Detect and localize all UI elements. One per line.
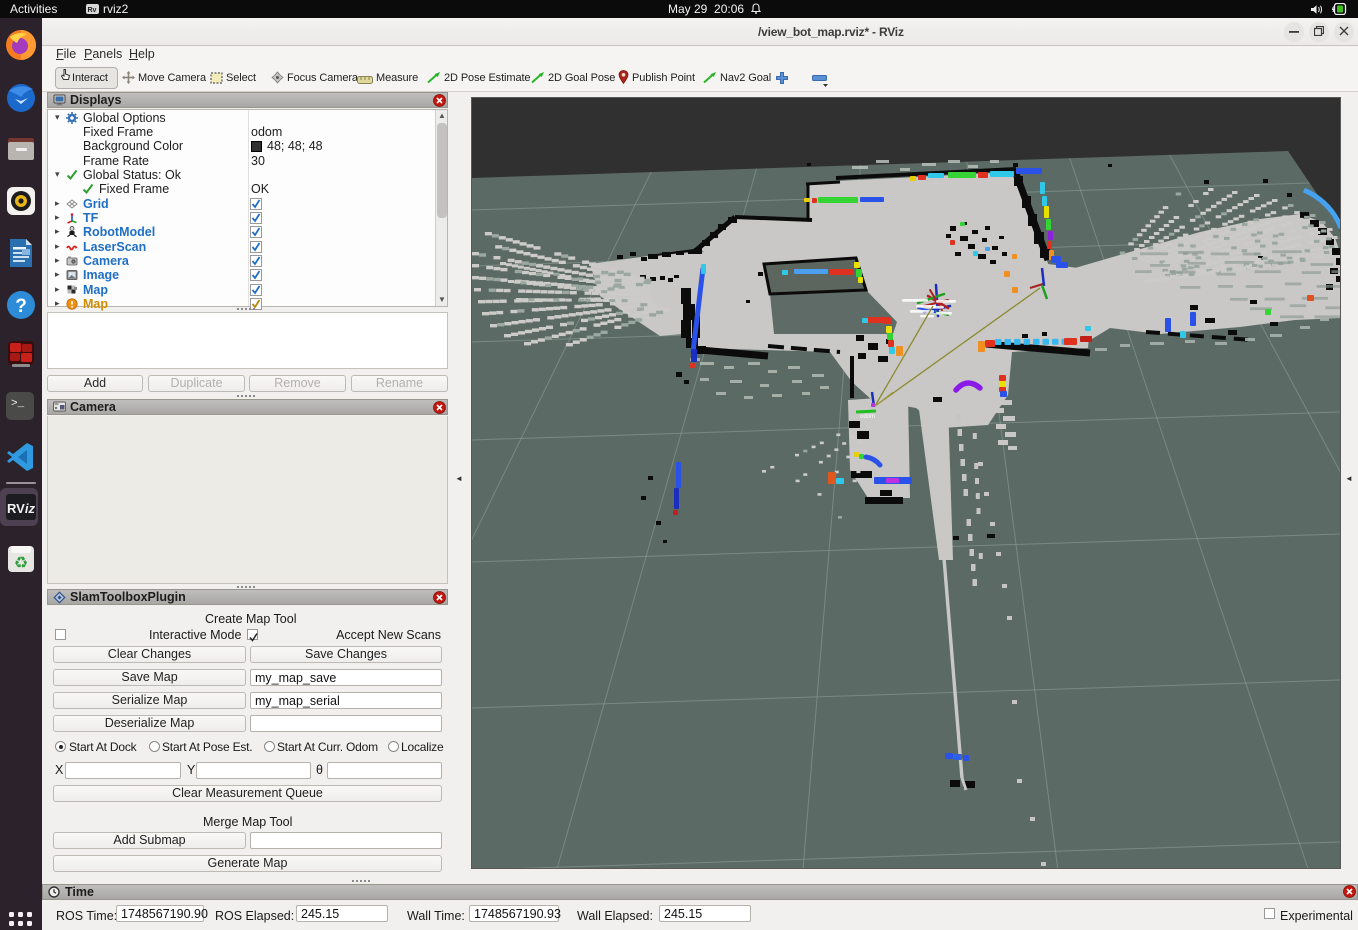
svg-text:RViz: RViz (7, 501, 35, 516)
svg-text:odom: odom (860, 414, 875, 420)
svg-text:Rv: Rv (88, 7, 97, 14)
svg-text:?: ? (15, 296, 27, 317)
svg-text:>_: >_ (11, 398, 25, 410)
svg-text:♻: ♻ (14, 555, 28, 572)
